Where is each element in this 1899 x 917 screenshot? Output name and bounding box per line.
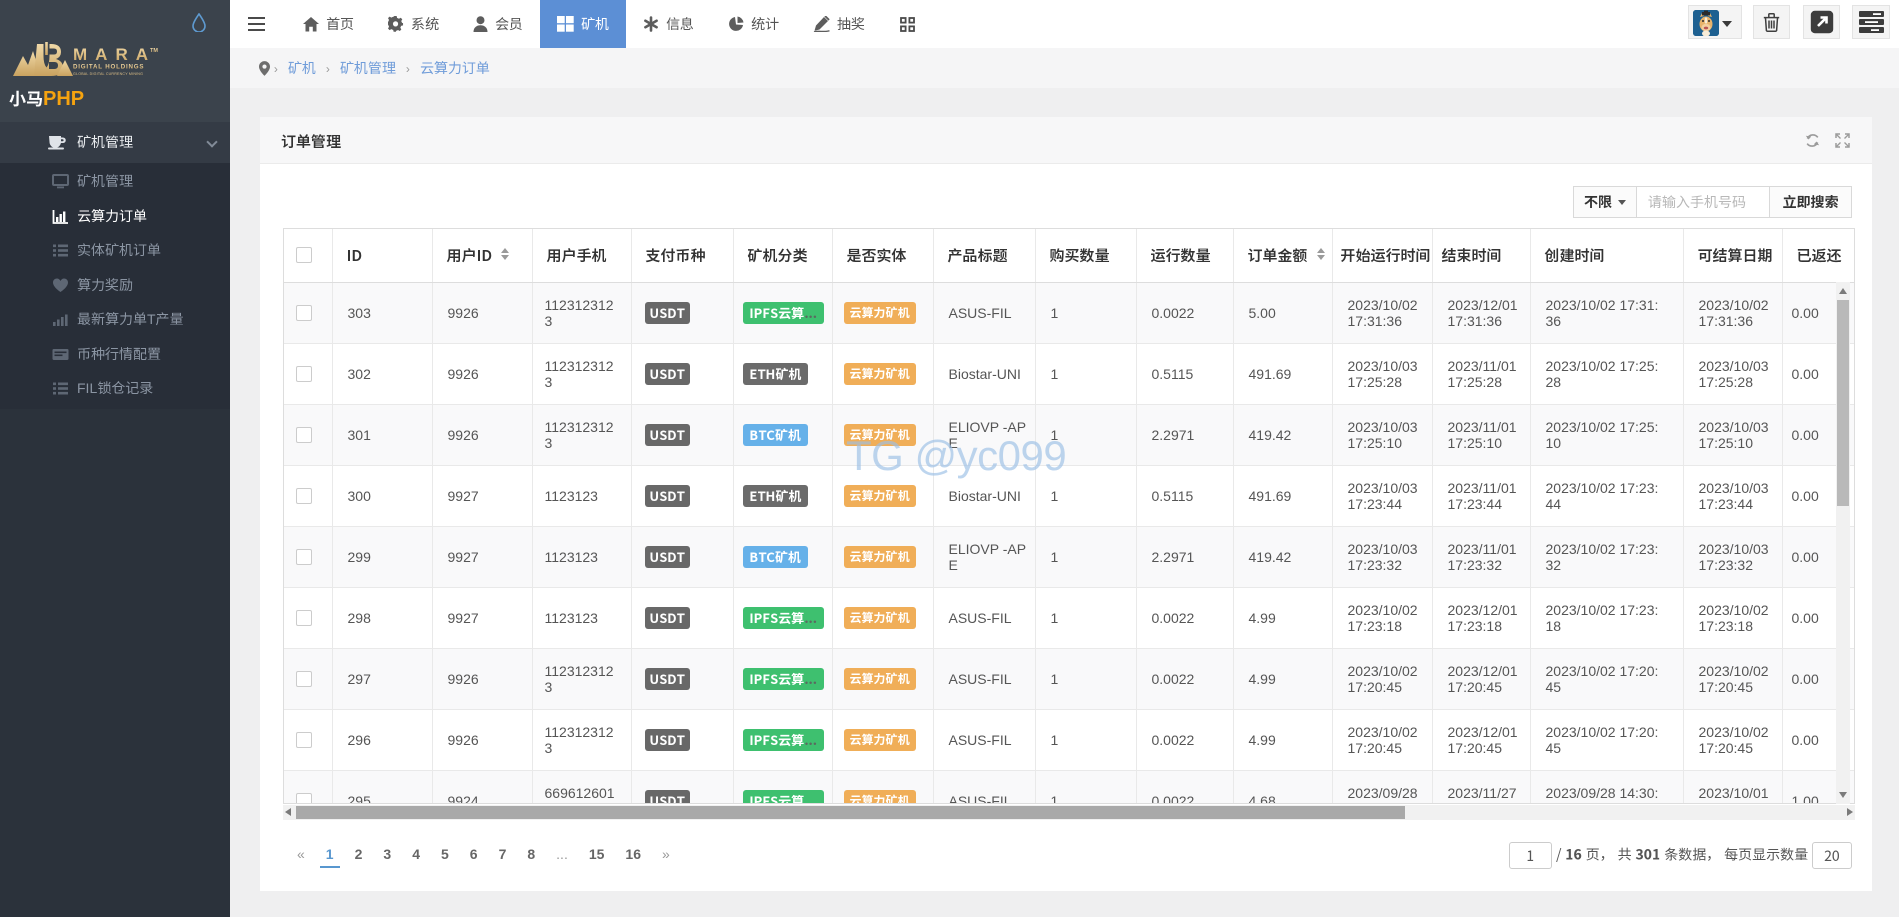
svg-text:GLOBAL DIGITAL CURRENCY MINING: GLOBAL DIGITAL CURRENCY MINING bbox=[73, 72, 143, 76]
svg-text:DIGITAL HOLDINGS: DIGITAL HOLDINGS bbox=[73, 64, 144, 71]
svg-text:MARA: MARA bbox=[73, 45, 156, 64]
svg-text:TM: TM bbox=[150, 48, 158, 54]
